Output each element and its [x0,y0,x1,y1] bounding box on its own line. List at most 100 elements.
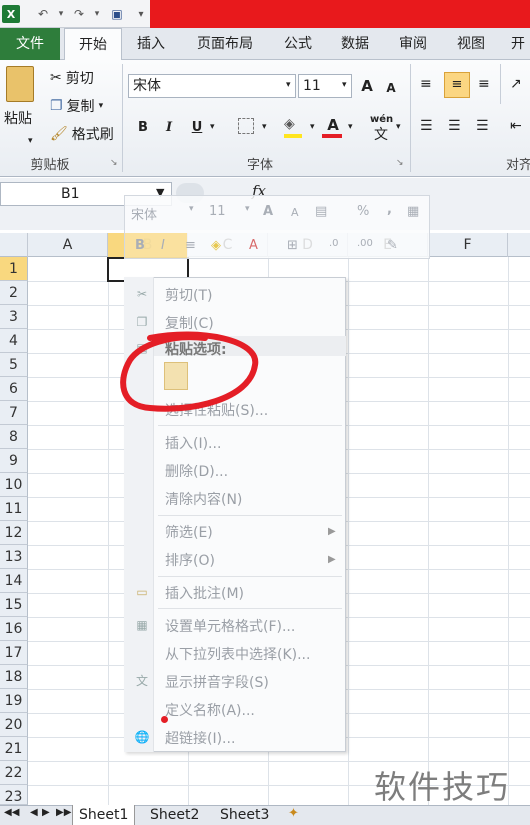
row-header[interactable]: 1 [0,257,28,281]
font-color-dropdown-icon[interactable]: ▾ [348,122,353,132]
column-header[interactable]: F [428,233,508,257]
customize-toolbar-icon[interactable]: ▾ [132,5,150,23]
mini-italic-button[interactable]: I [161,238,165,253]
fill-color-icon[interactable]: ◈ [284,116,295,132]
tab-home[interactable]: 开始 [64,28,122,61]
font-color-button[interactable]: A [322,114,344,136]
mini-decrease-decimal-icon[interactable]: .00 [357,238,373,249]
undo-icon[interactable]: ↶ [34,5,52,23]
redo-dropdown-icon[interactable]: ▾ [88,5,106,23]
row-header[interactable]: 3 [0,305,28,329]
align-top-icon[interactable]: ≡ [420,76,432,92]
paste-button[interactable]: 粘贴 [4,108,32,128]
menu-item-define-name[interactable]: 定义名称(A)... [165,700,255,720]
mini-fill-color-icon[interactable]: ◈ [211,238,221,253]
align-right-icon[interactable]: ☰ [476,118,489,134]
row-header[interactable]: 12 [0,521,28,545]
cut-button[interactable]: ✂ 剪切 [50,68,94,88]
align-left-icon[interactable]: ☰ [420,118,433,134]
row-header[interactable]: 15 [0,593,28,617]
last-sheet-icon[interactable]: ▶▶ [56,807,71,818]
fill-color-dropdown-icon[interactable]: ▾ [310,122,315,132]
column-header[interactable]: A [28,233,108,257]
mini-size-dropdown-icon[interactable]: ▾ [245,204,250,214]
menu-item-format-cells[interactable]: 设置单元格格式(F)... [165,616,295,636]
tab-view[interactable]: 视图 [448,28,494,60]
copy-button[interactable]: ❐ 复制 ▾ [50,96,103,116]
mini-font-name[interactable]: 宋体 [131,204,157,223]
mini-format-icon[interactable]: ▦ [407,204,419,219]
row-header[interactable]: 5 [0,353,28,377]
row-header[interactable]: 8 [0,425,28,449]
row-header[interactable]: 13 [0,545,28,569]
tab-more[interactable]: 开 [506,28,530,60]
menu-item-filter[interactable]: 筛选(E) [165,522,213,542]
clipboard-launcher-icon[interactable]: ↘ [110,158,118,168]
tab-insert[interactable]: 插入 [128,28,174,60]
font-size-dropdown-icon[interactable]: ▾ [342,80,347,90]
sheet-tab-sheet3[interactable]: Sheet3 [214,805,275,825]
row-header[interactable]: 11 [0,497,28,521]
row-header[interactable]: 23 [0,785,28,805]
borders-icon[interactable] [238,118,254,134]
tab-file[interactable]: 文件 [0,28,60,60]
mini-shrink-font-icon[interactable]: A [291,206,299,219]
mini-percent-button[interactable]: % [357,204,369,219]
insert-sheet-icon[interactable]: ✦ [288,806,299,821]
undo-dropdown-icon[interactable]: ▾ [52,5,70,23]
mini-comma-button[interactable]: , [387,202,392,217]
underline-button[interactable]: U [186,116,208,138]
menu-item-sort[interactable]: 排序(O) [165,550,215,570]
row-header[interactable]: 20 [0,713,28,737]
row-header[interactable]: 16 [0,617,28,641]
row-header[interactable]: 19 [0,689,28,713]
align-bottom-icon[interactable]: ≡ [478,76,490,92]
tab-formulas[interactable]: 公式 [276,28,320,60]
mini-format-painter-icon[interactable]: ✎ [387,238,398,253]
format-painter-button[interactable]: 🖌 格式刷 [50,124,114,144]
grow-font-button[interactable]: A [356,75,378,97]
borders-dropdown-icon[interactable]: ▾ [262,122,267,132]
bold-button[interactable]: B [132,116,154,138]
menu-item-insert-comment[interactable]: 插入批注(M) [165,583,244,603]
mini-bold-button[interactable]: B [135,238,145,253]
italic-button[interactable]: I [158,116,180,138]
mini-align-icon[interactable]: ≡ [185,238,196,253]
font-name-box[interactable]: 宋体 [128,74,296,98]
menu-item-insert[interactable]: 插入(I)... [165,433,221,453]
font-launcher-icon[interactable]: ↘ [396,158,404,168]
save-icon[interactable]: ▣ [108,5,126,23]
row-header[interactable]: 7 [0,401,28,425]
sheet-tab-sheet1[interactable]: Sheet1 [72,805,136,825]
menu-item-show-pinyin[interactable]: 显示拼音字段(S) [165,672,269,692]
row-header[interactable]: 21 [0,737,28,761]
mini-accounting-icon[interactable]: ▤ [315,204,327,219]
menu-item-clear[interactable]: 清除内容(N) [165,489,242,509]
pinyin-dropdown-icon[interactable]: ▾ [396,122,401,132]
mini-font-dropdown-icon[interactable]: ▾ [189,204,194,214]
row-header[interactable]: 9 [0,449,28,473]
menu-item-pick-from-list[interactable]: 从下拉列表中选择(K)... [165,644,310,664]
next-sheet-icon[interactable]: ▶ [42,807,50,818]
tab-page-layout[interactable]: 页面布局 [186,28,264,60]
mini-increase-decimal-icon[interactable]: .0 [329,238,339,249]
prev-sheet-icon[interactable]: ◀ [30,807,38,818]
tab-review[interactable]: 审阅 [390,28,436,60]
decrease-indent-icon[interactable]: ⇤ [510,118,522,134]
row-header[interactable]: 18 [0,665,28,689]
row-header[interactable]: 14 [0,569,28,593]
row-header[interactable]: 6 [0,377,28,401]
redo-icon[interactable]: ↷ [70,5,88,23]
font-name-dropdown-icon[interactable]: ▾ [286,80,291,90]
menu-item-delete[interactable]: 删除(D)... [165,461,228,481]
mini-borders-icon[interactable]: ⊞ [287,238,298,253]
menu-item-cut[interactable]: 剪切(T) [165,285,212,305]
row-header[interactable]: 22 [0,761,28,785]
copy-dropdown-icon[interactable]: ▾ [99,101,104,111]
menu-item-hyperlink[interactable]: 超链接(I)... [165,728,235,748]
align-middle-icon[interactable]: ≡ [444,72,470,98]
orientation-icon[interactable]: ↗ [510,76,522,92]
sheet-tab-sheet2[interactable]: Sheet2 [144,805,205,825]
row-header[interactable]: 10 [0,473,28,497]
paste-icon[interactable] [6,66,34,102]
